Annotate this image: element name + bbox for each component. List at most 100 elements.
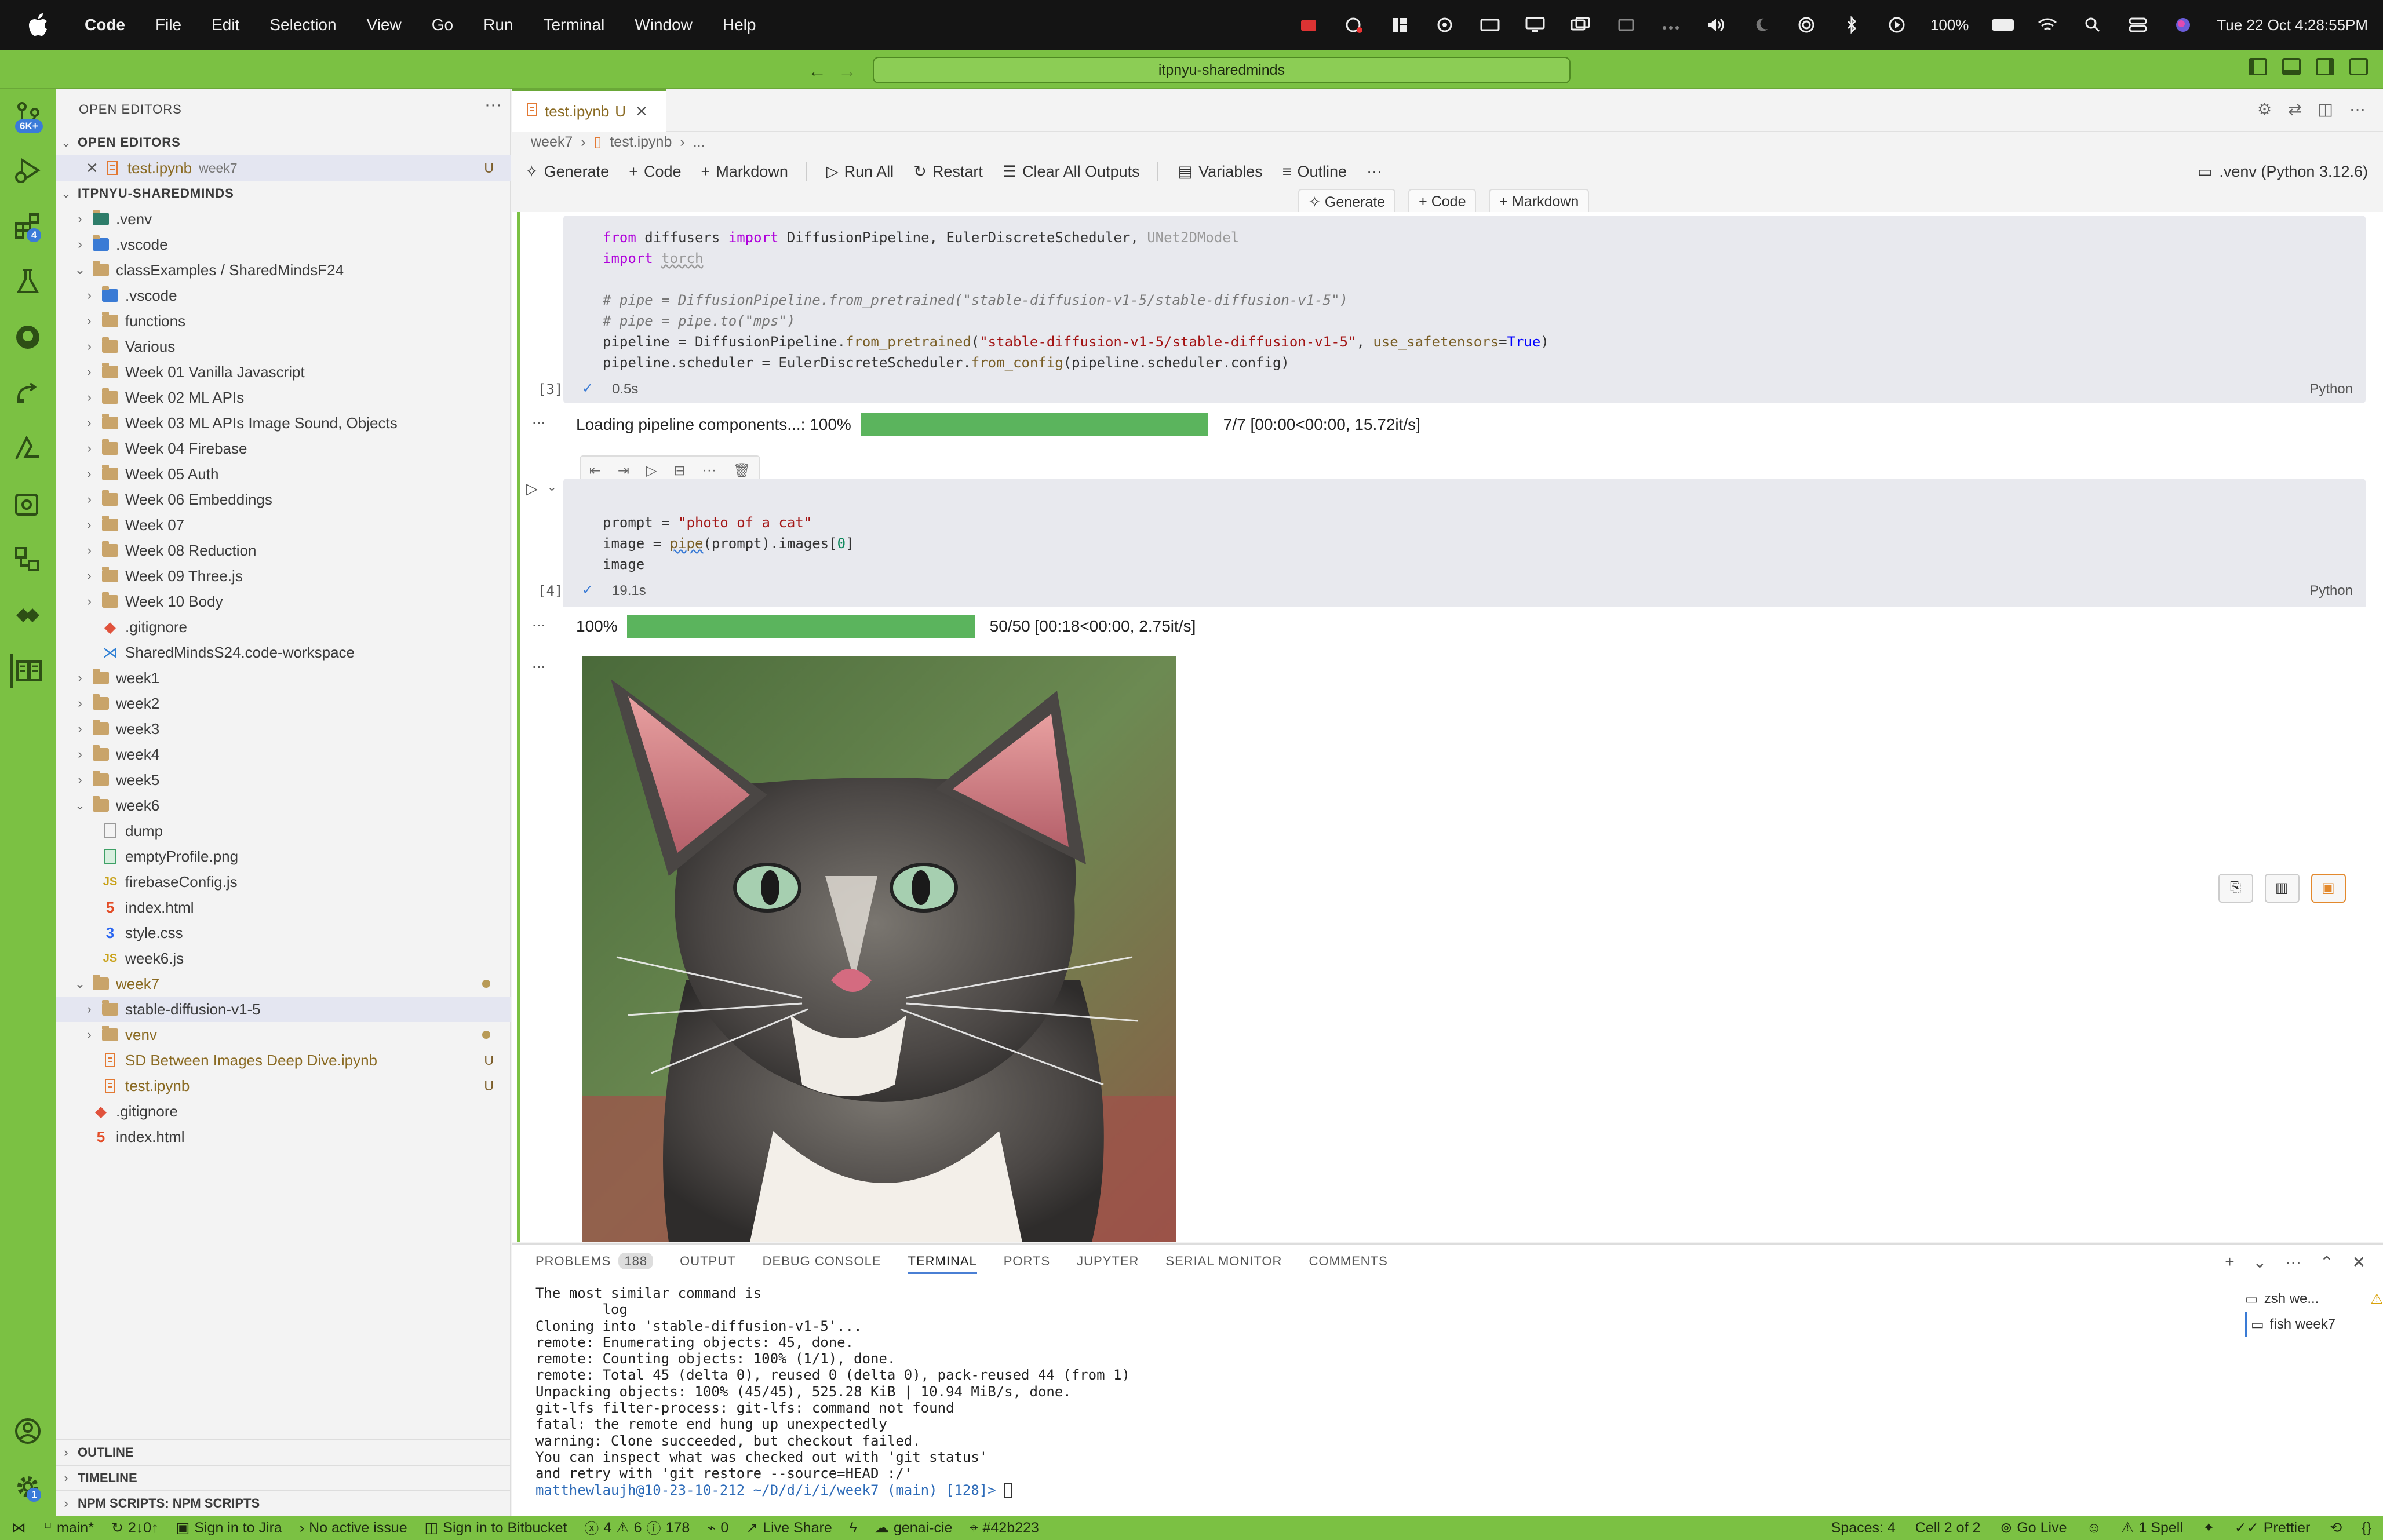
split-cell-icon[interactable]: ⊟ (674, 462, 686, 479)
notebook-settings-icon[interactable]: ⚙ (2257, 100, 2272, 119)
tree-file[interactable]: 3 style.css (56, 920, 511, 946)
bitbucket-signin[interactable]: ◫ Sign in to Bitbucket (425, 1519, 567, 1537)
tree-folder[interactable]: › Week 04 Firebase (56, 436, 511, 461)
menu-terminal[interactable]: Terminal (543, 16, 604, 34)
tree-file[interactable]: JS week6.js (56, 946, 511, 971)
tree-file[interactable]: SD Between Images Deep Dive.ipynb U (56, 1048, 511, 1073)
notebook-outline-icon[interactable] (10, 654, 45, 688)
tab-debug-console[interactable]: DEBUG CONSOLE (763, 1254, 881, 1274)
breadcrumb-folder[interactable]: week7 (531, 134, 573, 151)
remote-explorer-icon[interactable] (10, 375, 45, 410)
tree-file[interactable]: dump (56, 818, 511, 844)
tree-folder[interactable]: › Week 09 Three.js (56, 563, 511, 589)
tree-folder[interactable]: › .vscode (56, 232, 511, 257)
screen-record-icon[interactable] (1343, 15, 1366, 35)
terminal-output[interactable]: The most similar command is log Cloning … (535, 1285, 1130, 1498)
workspace-section[interactable]: ⌄ ITPNYU-SHAREDMINDS (56, 181, 511, 206)
delete-cell-icon[interactable]: 🗑 (733, 462, 750, 479)
tab-problems[interactable]: PROBLEMS 188 (535, 1253, 654, 1274)
tree-folder[interactable]: › week5 (56, 767, 511, 793)
menu-go[interactable]: Go (432, 16, 453, 34)
terminal-item-zsh[interactable]: ▭ zsh we... ⚠ (2245, 1286, 2383, 1312)
toggle-sidebar-icon[interactable] (2249, 58, 2267, 75)
terminal-dropdown-icon[interactable]: ⌄ (2253, 1253, 2267, 1272)
open-editors-section[interactable]: ⌄ OPEN EDITORS (56, 130, 511, 155)
toggle-secondary-sidebar-icon[interactable] (2316, 58, 2334, 75)
menu-window[interactable]: Window (635, 16, 693, 34)
cloud-account[interactable]: ☁ genai-cie (875, 1519, 952, 1537)
command-center-search[interactable]: itpnyu-sharedminds (873, 57, 1571, 83)
tree-folder[interactable]: › Various (56, 334, 511, 359)
menu-clock[interactable]: Tue 22 Oct 4:28:55PM (2217, 16, 2368, 34)
copy-output-button[interactable]: ⎘ (2218, 874, 2253, 903)
git-sync[interactable]: ↻ 2↓0↑ (111, 1519, 159, 1537)
tab-terminal[interactable]: TERMINAL (908, 1254, 977, 1274)
tree-folder[interactable]: › Week 10 Body (56, 589, 511, 614)
tree-folder[interactable]: › week3 (56, 716, 511, 742)
open-changes-icon[interactable]: ⇄ (2288, 100, 2301, 119)
jupyter-kernel-icon[interactable] (10, 487, 45, 521)
add-markdown-button[interactable]: + Markdown (701, 163, 788, 181)
tree-folder[interactable]: › stable-diffusion-v1-5 (56, 997, 511, 1022)
accounts-icon[interactable] (10, 1414, 45, 1448)
terminal-item-fish[interactable]: ▭ fish week7 (2245, 1312, 2383, 1337)
run-cell-icon[interactable]: ▷ (526, 480, 538, 498)
output-2-menu-icon[interactable]: ... (532, 612, 545, 630)
run-options-chevron-icon[interactable]: ⌄ (547, 480, 557, 494)
menu-edit[interactable]: Edit (212, 16, 239, 34)
breadcrumb-file[interactable]: test.ipynb (610, 134, 672, 151)
run-debug-icon[interactable] (10, 153, 45, 188)
tab-serial-monitor[interactable]: SERIAL MONITOR (1165, 1254, 1282, 1274)
prettier-status[interactable]: ✓✓ Prettier (2235, 1519, 2311, 1537)
git-lens-icon[interactable] (10, 598, 45, 633)
jira-issue[interactable]: › No active issue (300, 1520, 407, 1537)
memory-icon[interactable] (1478, 15, 1502, 35)
sync-settings-icon[interactable]: ⟲ (2330, 1519, 2342, 1537)
run-all-button[interactable]: ▷ Run All (826, 163, 894, 181)
split-editor-icon[interactable]: ◫ (2318, 100, 2333, 119)
airdrop-icon[interactable] (1795, 15, 1818, 35)
jira-signin[interactable]: ▣ Sign in to Jira (176, 1519, 282, 1537)
tree-file[interactable]: ◆ .gitignore (56, 614, 511, 640)
new-terminal-icon[interactable]: + (2225, 1253, 2234, 1272)
maximize-panel-icon[interactable]: ⌃ (2320, 1253, 2333, 1272)
remote-icon[interactable]: ⋈ (12, 1519, 26, 1537)
go-live-button[interactable]: ⊚ Go Live (2000, 1519, 2067, 1537)
github-icon[interactable] (10, 320, 45, 355)
testing-flask-icon[interactable] (10, 264, 45, 299)
tree-folder[interactable]: › venv (56, 1022, 511, 1048)
close-icon[interactable]: ✕ (86, 159, 99, 177)
control-center-icon[interactable] (2126, 15, 2149, 35)
tree-file[interactable]: ⋊ SharedMindsS24.code-workspace (56, 640, 511, 665)
tree-folder[interactable]: › functions (56, 308, 511, 334)
breadcrumb-more[interactable]: ... (693, 134, 705, 151)
panel-more-icon[interactable]: ··· (2285, 1253, 2301, 1272)
containers-icon[interactable] (10, 542, 45, 577)
tree-file[interactable]: JS firebaseConfig.js (56, 869, 511, 895)
tree-folder[interactable]: › .vscode (56, 283, 511, 308)
indentation-status[interactable]: Spaces: 4 (1831, 1520, 1896, 1537)
notification-app-icon[interactable] (1298, 15, 1321, 35)
save-output-button[interactable]: ▣ (2311, 874, 2346, 903)
tab-comments[interactable]: COMMENTS (1309, 1254, 1387, 1274)
menu-app-name[interactable]: Code (85, 16, 125, 34)
sparkle-icon[interactable]: ✦ (2203, 1519, 2215, 1537)
tree-folder[interactable]: › Week 01 Vanilla Javascript (56, 359, 511, 385)
tree-file[interactable]: ◆ .gitignore (56, 1099, 511, 1124)
cell-1-language[interactable]: Python (2309, 381, 2353, 397)
execute-below-icon[interactable]: ⇥ (618, 462, 629, 479)
spotlight-search-icon[interactable] (2081, 15, 2104, 35)
siri-icon[interactable] (2171, 15, 2195, 35)
tree-folder[interactable]: › week1 (56, 665, 511, 691)
cell-2-language[interactable]: Python (2309, 583, 2353, 599)
cell-position-status[interactable]: Cell 2 of 2 (1915, 1520, 1981, 1537)
stage-manager-icon[interactable] (1614, 15, 1637, 35)
execute-above-icon[interactable]: ⇤ (589, 462, 601, 479)
menu-run[interactable]: Run (483, 16, 513, 34)
now-playing-icon[interactable] (1885, 15, 1908, 35)
tree-file[interactable]: 5 index.html (56, 895, 511, 920)
tree-folder[interactable]: › week2 (56, 691, 511, 716)
azure-icon[interactable] (10, 431, 45, 466)
ports-status[interactable]: ⌁ 0 (707, 1519, 728, 1537)
tab-test-ipynb[interactable]: test.ipynb U ✕ (512, 89, 666, 132)
